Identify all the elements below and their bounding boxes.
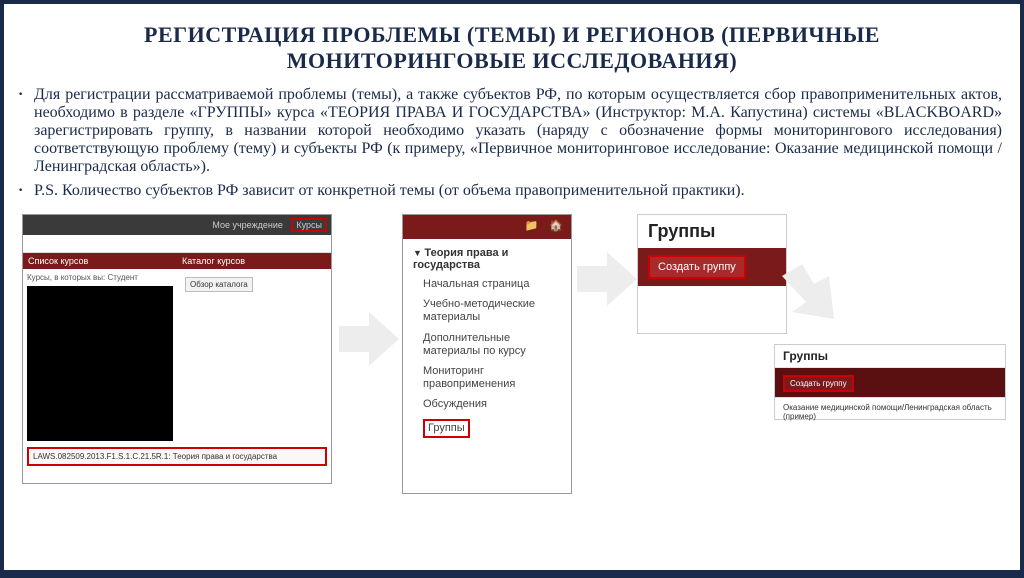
screenshot-course-menu: 📁 🏠 Теория права и государства Начальная… — [402, 214, 572, 494]
screenshot-gallery: Мое учреждение Курсы Список курсов Курсы… — [4, 214, 1020, 514]
menu-item[interactable]: Учебно-методические материалы — [423, 298, 561, 324]
course-link-highlighted[interactable]: LAWS.082509.2013.F1.S.1.C.21.5R.1: Теори… — [27, 447, 327, 466]
menu-item[interactable]: Дополнительные материалы по курсу — [423, 332, 561, 358]
create-group-button[interactable]: Создать группу — [648, 255, 746, 279]
nav-link[interactable]: Мое учреждение — [212, 220, 283, 230]
screenshot-groups-list: Группы Создать группу Оказание медицинск… — [774, 344, 1006, 420]
group-row[interactable]: Оказание медицинской помощи/Ленинградска… — [775, 397, 1005, 426]
home-icon[interactable]: 🏠 — [549, 220, 563, 232]
panel-title: Группы — [638, 215, 786, 248]
bullet-item: P.S. Количество субъектов РФ зависит от … — [26, 182, 1002, 200]
arrow-icon — [774, 264, 854, 344]
arrow-icon — [334, 304, 404, 374]
content-area — [27, 286, 173, 441]
panel-header: Список курсов — [23, 253, 177, 269]
bullet-item: Для регистрации рассматриваемой проблемы… — [26, 86, 1002, 176]
panel-title: Группы — [775, 345, 1005, 368]
menu-course-title[interactable]: Теория права и государства — [413, 247, 561, 271]
nav-link-courses[interactable]: Курсы — [291, 218, 327, 232]
screenshot-courses: Мое учреждение Курсы Список курсов Курсы… — [22, 214, 332, 484]
top-nav: Мое учреждение Курсы — [23, 215, 331, 235]
panel-header: Каталог курсов — [177, 253, 331, 269]
toolbar: 📁 🏠 — [403, 215, 571, 239]
create-group-button[interactable]: Создать группу — [783, 375, 854, 392]
menu-item[interactable]: Обсуждения — [423, 398, 561, 411]
slide-title: РЕГИСТРАЦИЯ ПРОБЛЕМЫ (ТЕМЫ) И РЕГИОНОВ (… — [4, 4, 1020, 82]
screenshot-groups-panel: Группы Создать группу — [637, 214, 787, 334]
browse-catalog-button[interactable]: Обзор каталога — [185, 277, 253, 292]
menu-item[interactable]: Мониторинг правоприменения — [423, 365, 561, 391]
menu-item[interactable]: Начальная страница — [423, 278, 561, 291]
body-text: Курсы, в которых вы: Студент — [27, 273, 173, 282]
menu-item-groups[interactable]: Группы — [423, 419, 470, 438]
bullet-list: Для регистрации рассматриваемой проблемы… — [4, 82, 1020, 210]
arrow-icon — [572, 244, 642, 314]
folder-icon[interactable]: 📁 — [525, 220, 539, 232]
